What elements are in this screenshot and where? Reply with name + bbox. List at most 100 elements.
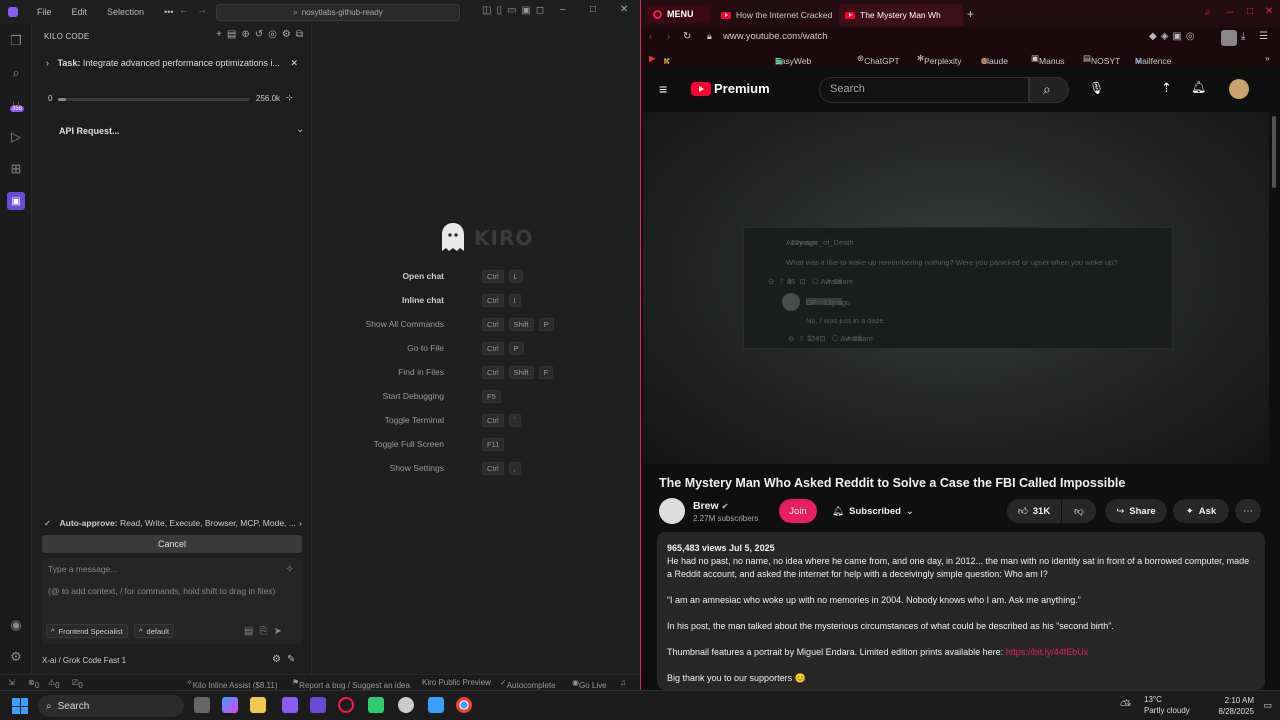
forward-icon[interactable]: › xyxy=(667,31,670,42)
browser-menu-icon[interactable]: ☰ xyxy=(1259,31,1268,42)
menu-selection[interactable]: Selection xyxy=(102,7,149,17)
command-center[interactable]: ⌕ nosytlabs-github-ready xyxy=(216,4,460,21)
hamburger-menu-icon[interactable]: ≡ xyxy=(659,81,667,97)
channel-name[interactable]: Brew ✔ xyxy=(693,500,728,512)
condense-icon[interactable]: ⊹ xyxy=(286,93,293,102)
bookmark-nosyt[interactable]: ▤ NOSYT xyxy=(1083,53,1120,66)
problems-warnings[interactable]: ⚠ 0 xyxy=(48,678,60,690)
notepad-icon[interactable] xyxy=(428,697,444,713)
inline-assist-status[interactable]: ✧ Kilo Inline Assist ($8.11) xyxy=(186,678,277,690)
page-scrollbar[interactable] xyxy=(1272,116,1276,188)
shortcut-row[interactable]: Show Settings Ctrl, xyxy=(330,462,590,477)
chevron-right-icon[interactable]: › xyxy=(46,58,49,68)
more-bookmarks-icon[interactable]: » xyxy=(1265,53,1270,63)
new-tab-icon[interactable]: + xyxy=(967,7,974,21)
bookmark-manus[interactable]: ▣ Manus xyxy=(1031,53,1065,66)
taskbar-app-icon[interactable] xyxy=(368,697,384,713)
cancel-button[interactable]: Cancel xyxy=(42,535,302,553)
api-request-row[interactable]: API Request... xyxy=(59,126,120,136)
public-preview-status[interactable]: Kiro Public Preview xyxy=(422,678,491,687)
join-button[interactable]: Join xyxy=(779,499,817,523)
chevron-down-icon[interactable]: ⌄ xyxy=(296,124,304,135)
task-header[interactable]: › Task: Integrate advanced performance o… xyxy=(46,58,298,68)
taskbar-app-icon[interactable] xyxy=(282,697,298,713)
menu-file[interactable]: File xyxy=(32,7,57,17)
profile-avatar[interactable] xyxy=(1221,30,1237,46)
model-action-icons[interactable]: ⚙✎ xyxy=(272,654,301,665)
shortcut-row[interactable]: Toggle Terminal Ctrl ` xyxy=(330,414,590,429)
bookmark-chatgpt[interactable]: ⊛ ChatGPT xyxy=(857,53,900,66)
video-player[interactable]: Amnesiac_of_Death · 13y ago What was it … xyxy=(643,112,1269,464)
download-icon[interactable]: ⤓ xyxy=(1241,31,1245,42)
dislike-button[interactable]: 👎︎ xyxy=(1062,499,1096,523)
url-field[interactable]: www.youtube.com/watch xyxy=(723,31,828,42)
maximize-icon[interactable]: □ xyxy=(590,4,596,15)
task-view-icon[interactable] xyxy=(194,697,210,713)
opera-taskbar-icon[interactable] xyxy=(338,697,354,713)
auto-approve-row[interactable]: ✓ Auto-approve: Read, Write, Execute, Br… xyxy=(44,518,302,529)
profile-selector[interactable]: ^ default xyxy=(134,624,175,638)
file-explorer-icon[interactable] xyxy=(250,697,266,713)
back-icon[interactable]: ‹ xyxy=(649,31,652,42)
profile-icon[interactable]: ◎ xyxy=(268,29,277,40)
like-button[interactable]: 👍︎ 31K xyxy=(1007,499,1061,523)
chrome-icon[interactable] xyxy=(456,697,472,713)
taskbar-search[interactable]: ⌕ Search xyxy=(38,695,184,717)
prints-link[interactable]: https://bit.ly/44fEbUx xyxy=(1006,647,1089,657)
maximize-icon[interactable]: □ xyxy=(1247,6,1253,17)
ask-button[interactable]: ✦ Ask xyxy=(1173,499,1229,523)
menu-more[interactable]: ••• xyxy=(159,7,178,17)
settings-icon[interactable]: ⚙ xyxy=(282,29,291,40)
tab-mystery-man[interactable]: The Mystery Man Wh xyxy=(839,4,963,26)
autocomplete-status[interactable]: ✓ Autocomplete xyxy=(500,678,556,690)
windows-start-icon[interactable] xyxy=(12,698,28,714)
minimize-icon[interactable]: – xyxy=(560,4,566,15)
extensions-icon[interactable]: ⊞ xyxy=(7,160,25,178)
account-icon[interactable]: ◉ xyxy=(7,616,25,634)
youtube-search-button[interactable]: ⌕ xyxy=(1029,77,1069,103)
enhance-prompt-icon[interactable]: ✧ xyxy=(286,564,294,575)
notifications-bell-icon[interactable]: ♫ xyxy=(620,678,626,687)
channel-avatar[interactable] xyxy=(659,498,685,524)
shortcut-row[interactable]: Go to File Ctrl P xyxy=(330,342,590,357)
system-clock[interactable]: 2:10 AM 8/28/2025 xyxy=(1218,695,1254,717)
account-avatar[interactable] xyxy=(1229,79,1249,99)
prompts-icon[interactable]: ▤ xyxy=(227,29,236,40)
search-icon[interactable]: ⌕ xyxy=(7,64,25,82)
report-bug-status[interactable]: ⚑ Report a bug / Suggest an idea xyxy=(292,678,410,690)
tab-how-the-internet[interactable]: How the Internet Cracked xyxy=(715,4,835,26)
ports-indicator[interactable]: ⎚ 0 xyxy=(72,678,83,690)
kilo-code-icon[interactable]: ▣ xyxy=(7,192,25,210)
microphone-icon[interactable]: 🎙︎ xyxy=(1089,81,1104,95)
new-task-icon[interactable]: + xyxy=(216,29,222,40)
mcp-icon[interactable]: ⊕ xyxy=(241,29,249,40)
forward-arrow-icon[interactable]: → xyxy=(197,5,207,16)
close-icon[interactable]: ✕ xyxy=(1265,6,1273,17)
notification-center-icon[interactable]: ▭ xyxy=(1263,700,1272,711)
search-tabs-icon[interactable]: ⌕ xyxy=(1205,7,1211,18)
extension-icons[interactable]: ◆◈▣◎ xyxy=(1149,31,1199,42)
remote-icon[interactable]: ⇲ xyxy=(8,678,15,687)
shortcut-row[interactable]: Inline chat Ctrl I xyxy=(330,294,590,309)
minimize-icon[interactable]: – xyxy=(1227,6,1233,18)
go-live-status[interactable]: ◉ Go Live xyxy=(572,678,607,690)
notifications-bell-icon[interactable]: 🔔︎ xyxy=(1191,80,1206,94)
share-button[interactable]: ↪ Share xyxy=(1105,499,1167,523)
bookmark-perplexity[interactable]: ✻ Perplexity xyxy=(917,53,961,66)
model-label[interactable]: X-ai / Grok Code Fast 1 xyxy=(42,656,126,665)
shortcut-row[interactable]: Start Debugging F5 xyxy=(330,390,590,405)
run-debug-icon[interactable]: ▷ xyxy=(7,128,25,146)
more-actions-button[interactable]: ⋯ xyxy=(1235,499,1261,523)
opera-menu-button[interactable]: MENU xyxy=(645,5,711,23)
reload-icon[interactable]: ↻ xyxy=(683,31,691,42)
shortcut-row[interactable]: Find in Files Ctrl Shift F xyxy=(330,366,590,381)
history-icon[interactable]: ↺ xyxy=(255,29,263,40)
explorer-icon[interactable]: ❐ xyxy=(7,32,25,50)
input-action-icons[interactable]: ▤⎘➤ xyxy=(244,626,288,637)
shortcut-row[interactable]: Show All Commands Ctrl Shift P xyxy=(330,318,590,333)
kiro-taskbar-icon[interactable] xyxy=(310,697,326,713)
copilot-icon[interactable] xyxy=(222,697,238,713)
video-description[interactable]: 965,483 views Jul 5, 2025 He had no past… xyxy=(657,532,1265,690)
menu-edit[interactable]: Edit xyxy=(67,7,93,17)
layout-icons[interactable]: ◫▯▭▣◻ xyxy=(482,5,549,16)
